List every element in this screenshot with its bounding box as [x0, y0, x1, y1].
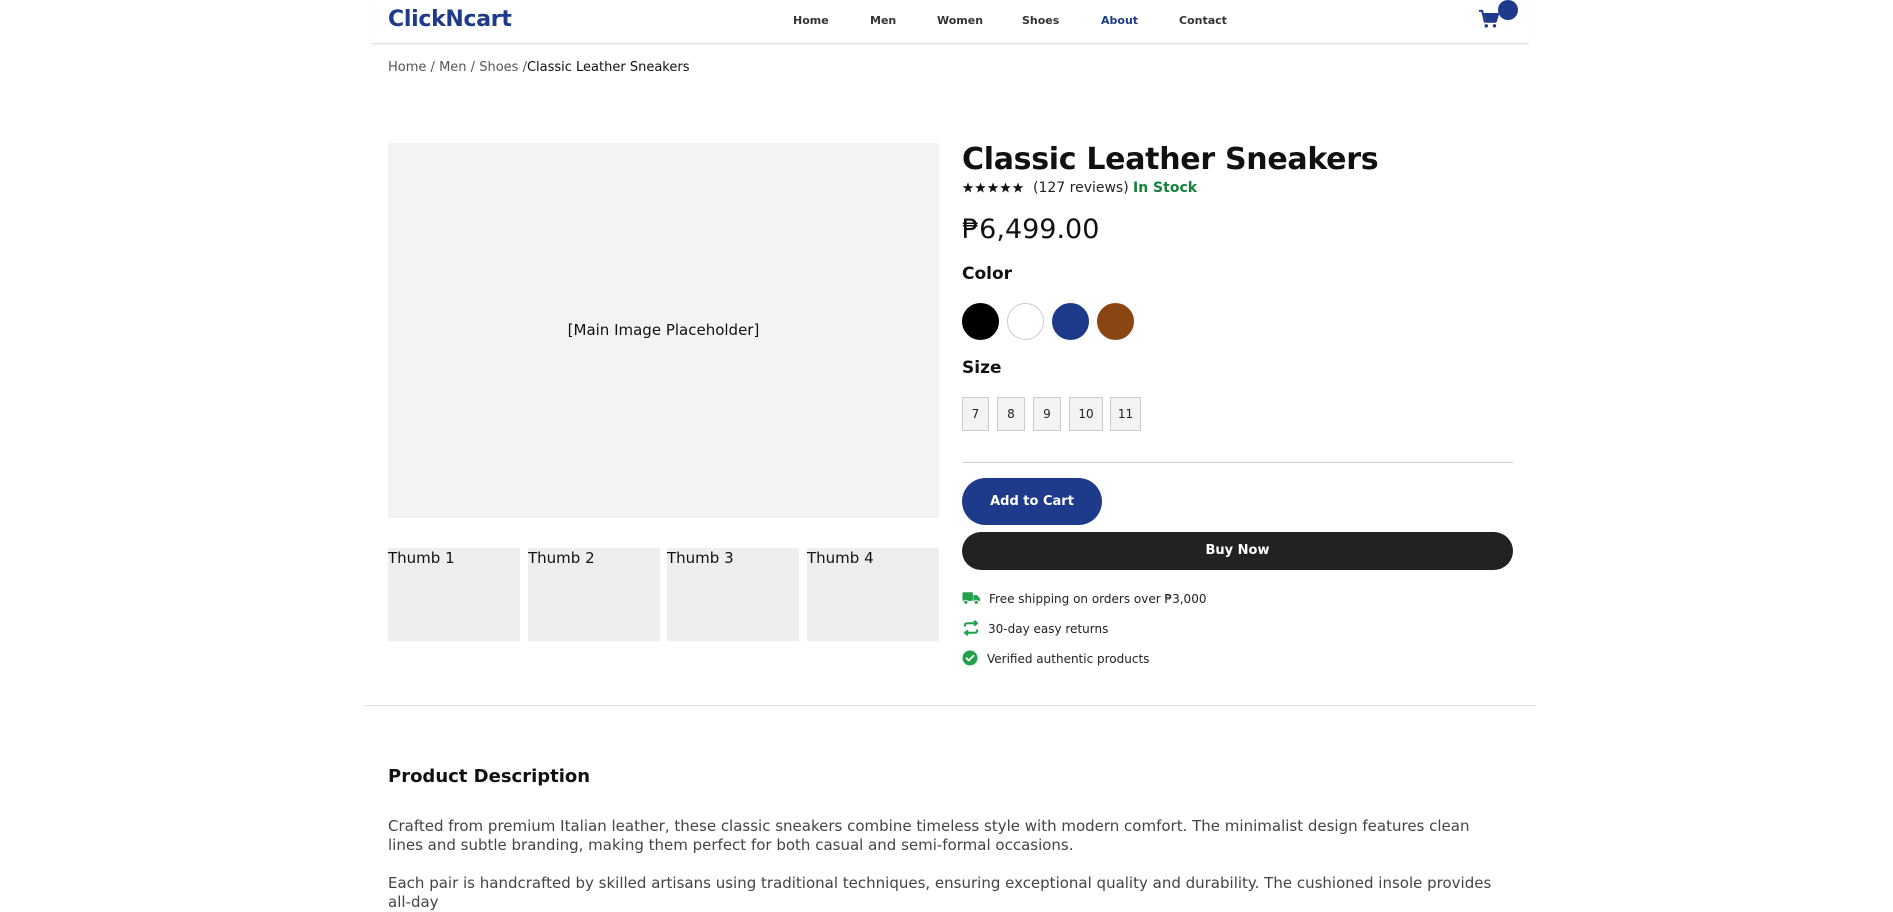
stock-status: In Stock — [1133, 180, 1198, 196]
thumbnail-4[interactable]: Thumb 4 — [807, 548, 939, 641]
check-circle-icon — [962, 650, 978, 666]
size-option-11[interactable]: 11 — [1110, 397, 1141, 431]
perk-text: Verified authentic products — [987, 652, 1150, 666]
thumbnail-label: Thumb 3 — [667, 549, 734, 567]
thumbnail-1[interactable]: Thumb 1 — [388, 548, 520, 641]
breadcrumb-shoes[interactable]: Shoes — [479, 60, 518, 75]
cart-badge — [1498, 0, 1518, 20]
color-swatch-black[interactable] — [962, 303, 999, 340]
size-option-7[interactable]: 7 — [962, 397, 989, 431]
returns-icon — [964, 620, 978, 636]
breadcrumb-separator: / — [430, 60, 435, 75]
description-paragraph: Each pair is handcrafted by skilled arti… — [388, 874, 1492, 911]
perk-text: 30-day easy returns — [988, 622, 1109, 636]
breadcrumb-men[interactable]: Men — [439, 60, 466, 75]
size-option-10[interactable]: 10 — [1069, 397, 1103, 431]
nav-link-women[interactable]: Women — [937, 14, 983, 27]
nav-link-shoes[interactable]: Shoes — [1022, 14, 1059, 27]
add-to-cart-button[interactable]: Add to Cart — [962, 478, 1102, 525]
color-label: Color — [962, 264, 1013, 284]
description-heading: Product Description — [388, 766, 591, 787]
cart-icon[interactable] — [1478, 9, 1500, 29]
color-swatch-white[interactable] — [1007, 303, 1044, 340]
thumbnail-label: Thumb 4 — [807, 549, 874, 567]
thumbnail-label: Thumb 1 — [388, 549, 455, 567]
truck-icon — [962, 592, 981, 605]
perk-text: Free shipping on orders over ₱3,000 — [989, 592, 1207, 606]
nav-link-men[interactable]: Men — [870, 14, 896, 27]
rating-stars-icon — [962, 182, 1024, 193]
color-swatch-navy[interactable] — [1052, 303, 1089, 340]
nav-link-about[interactable]: About — [1101, 14, 1138, 27]
divider — [962, 462, 1513, 463]
description-paragraph: Crafted from premium Italian leather, th… — [388, 817, 1470, 854]
size-option-9[interactable]: 9 — [1033, 397, 1061, 431]
product-price: ₱6,499.00 — [962, 214, 1100, 245]
main-product-image[interactable]: [Main Image Placeholder] — [388, 143, 939, 518]
product-title: Classic Leather Sneakers — [962, 142, 1379, 177]
nav-links: Home Men Women Shoes About Contact — [371, 14, 1529, 30]
buy-now-button[interactable]: Buy Now — [962, 532, 1513, 570]
thumbnail-3[interactable]: Thumb 3 — [667, 548, 799, 641]
thumbnail-2[interactable]: Thumb 2 — [528, 548, 660, 641]
size-option-8[interactable]: 8 — [997, 397, 1025, 431]
section-divider — [365, 705, 1535, 706]
breadcrumb-separator: / — [470, 60, 476, 75]
breadcrumb-home[interactable]: Home — [388, 60, 426, 75]
thumbnail-label: Thumb 2 — [528, 549, 595, 567]
color-swatch-brown[interactable] — [1097, 303, 1134, 340]
nav-link-contact[interactable]: Contact — [1179, 14, 1227, 27]
top-navigation: ClickNcart Home Men Women Shoes About Co… — [0, 0, 1893, 44]
main-image-label: [Main Image Placeholder] — [567, 321, 760, 339]
navbar: ClickNcart Home Men Women Shoes About Co… — [371, 0, 1529, 44]
size-label: Size — [962, 358, 1002, 378]
breadcrumb: Home / Men / Shoes /Classic Leather Snea… — [388, 60, 689, 75]
nav-link-home[interactable]: Home — [793, 14, 829, 27]
review-count[interactable]: (127 reviews) — [1033, 180, 1129, 196]
breadcrumb-current: Classic Leather Sneakers — [526, 60, 690, 75]
